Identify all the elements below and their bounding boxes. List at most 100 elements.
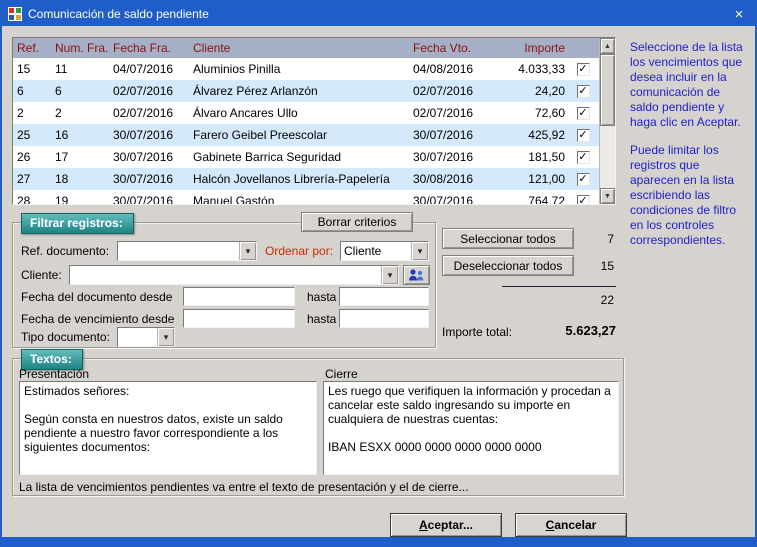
col-cliente: Cliente [189,41,409,55]
client-lookup-button[interactable] [403,265,430,285]
cell-num: 6 [51,84,109,98]
doc-type-combo[interactable]: ▾ [117,327,175,347]
cell-fecha_vto: 02/07/2016 [409,84,497,98]
col-importe: Importe [497,41,569,55]
cell-fecha_fra: 30/07/2016 [109,150,189,164]
scrollbar-thumb[interactable] [600,54,615,126]
cell-cliente: Álvaro Ancares Ullo [189,106,409,120]
cell-importe: 425,92 [497,128,569,142]
date-doc-to-input[interactable] [339,287,429,306]
date-due-from-input[interactable] [183,309,295,328]
date-doc-from-input[interactable] [183,287,295,306]
chevron-down-icon[interactable]: ▾ [239,242,256,260]
cell-check: ✓ [569,173,597,186]
cell-importe: 121,00 [497,172,569,186]
cell-importe: 764,72 [497,194,569,204]
unselected-count: 15 [580,259,614,273]
row-checkbox[interactable]: ✓ [577,195,590,205]
cell-importe: 24,20 [497,84,569,98]
order-by-combo-value: Cliente [344,244,410,258]
date-due-to-input[interactable] [339,309,429,328]
cancel-label-accel: C [546,518,555,532]
cell-importe: 4.033,33 [497,62,569,76]
cell-fecha_fra: 30/07/2016 [109,194,189,204]
filter-group: Filtrar registros: Borrar criterios Ref.… [12,222,436,348]
row-checkbox[interactable]: ✓ [577,85,590,98]
total-count: 22 [580,293,614,307]
order-by-combo[interactable]: Cliente ▾ [340,241,429,261]
col-ref: Ref. [13,41,51,55]
table-row[interactable]: 151104/07/2016Aluminios Pinilla04/08/201… [13,58,599,80]
client-combo[interactable]: ▾ [69,265,399,285]
scroll-up-icon[interactable]: ▲ [600,38,615,54]
select-all-button[interactable]: Seleccionar todos [442,228,574,249]
instructions-para1: Seleccione de la lista los vencimientos … [630,40,752,130]
client-label: Cliente: [21,268,62,282]
cell-fecha_fra: 02/07/2016 [109,84,189,98]
cell-num: 2 [51,106,109,120]
ref-doc-combo[interactable]: ▾ [117,241,257,261]
cell-importe: 72,60 [497,106,569,120]
cell-num: 18 [51,172,109,186]
documents-table: Ref. Num. Fra. Fecha Fra. Cliente Fecha … [12,37,616,205]
col-fecha-vto: Fecha Vto. [409,41,497,55]
col-num-fra: Num. Fra. [51,41,109,55]
cell-check: ✓ [569,151,597,164]
cancel-label-rest: ancelar [554,518,596,532]
accept-button[interactable]: Aceptar... [390,513,502,537]
chevron-down-icon[interactable]: ▾ [411,242,428,260]
accept-label-rest: ceptar... [428,518,473,532]
cell-check: ✓ [569,129,597,142]
close-icon[interactable]: × [723,2,755,26]
app-icon [8,7,22,21]
chevron-down-icon[interactable]: ▾ [157,328,174,346]
cell-cliente: Álvarez Pérez Arlanzón [189,84,409,98]
cell-num: 11 [51,62,109,76]
row-checkbox[interactable]: ✓ [577,129,590,142]
hasta-label-due: hasta [307,312,336,326]
scroll-down-icon[interactable]: ▼ [600,188,615,204]
cell-ref: 2 [13,106,51,120]
row-checkbox[interactable]: ✓ [577,173,590,186]
cell-fecha_fra: 04/07/2016 [109,62,189,76]
cell-fecha_vto: 30/07/2016 [409,150,497,164]
table-row[interactable]: 6602/07/2016Álvarez Pérez Arlanzón02/07/… [13,80,599,102]
cell-ref: 26 [13,150,51,164]
row-checkbox[interactable]: ✓ [577,63,590,76]
table-row[interactable]: 261730/07/2016Gabinete Barrica Seguridad… [13,146,599,168]
row-checkbox[interactable]: ✓ [577,107,590,120]
cell-num: 16 [51,128,109,142]
person-search-icon [408,268,425,282]
importe-total-value: 5.623,27 [522,323,616,338]
table-body: 151104/07/2016Aluminios Pinilla04/08/201… [13,58,599,204]
cell-check: ✓ [569,63,597,76]
table-row[interactable]: 251630/07/2016Farero Geibel Preescolar30… [13,124,599,146]
cell-ref: 6 [13,84,51,98]
table-scrollbar[interactable]: ▲ ▼ [599,38,615,204]
table-row[interactable]: 281930/07/2016Manuel Gastón30/07/2016764… [13,190,599,204]
chevron-down-icon[interactable]: ▾ [381,266,398,284]
sum-divider [502,286,616,287]
col-fecha-fra: Fecha Fra. [109,41,189,55]
cell-fecha_vto: 02/07/2016 [409,106,497,120]
presentation-label: Presentación [19,367,89,381]
cancel-button[interactable]: Cancelar [515,513,627,537]
cell-fecha_vto: 30/07/2016 [409,128,497,142]
date-doc-label: Fecha del documento desde [21,290,172,304]
hasta-label-doc: hasta [307,290,336,304]
cell-cliente: Manuel Gastón [189,194,409,204]
cell-ref: 27 [13,172,51,186]
table-header: Ref. Num. Fra. Fecha Fra. Cliente Fecha … [13,38,599,58]
cell-cliente: Gabinete Barrica Seguridad [189,150,409,164]
cell-ref: 25 [13,128,51,142]
table-row[interactable]: 271830/07/2016Halcón Jovellanos Librería… [13,168,599,190]
cell-num: 17 [51,150,109,164]
closing-textarea[interactable]: Les ruego que verifiquen la información … [323,381,619,475]
deselect-all-button[interactable]: Deseleccionar todos [442,255,574,276]
presentation-textarea[interactable]: Estimados señores: Según consta en nuest… [19,381,317,475]
clear-criteria-button[interactable]: Borrar criterios [301,212,413,232]
table-row[interactable]: 2202/07/2016Álvaro Ancares Ullo02/07/201… [13,102,599,124]
row-checkbox[interactable]: ✓ [577,151,590,164]
dialog-comunicacion-saldo: Comunicación de saldo pendiente × Ref. N… [0,0,757,547]
textos-note: La lista de vencimientos pendientes va e… [19,480,469,494]
